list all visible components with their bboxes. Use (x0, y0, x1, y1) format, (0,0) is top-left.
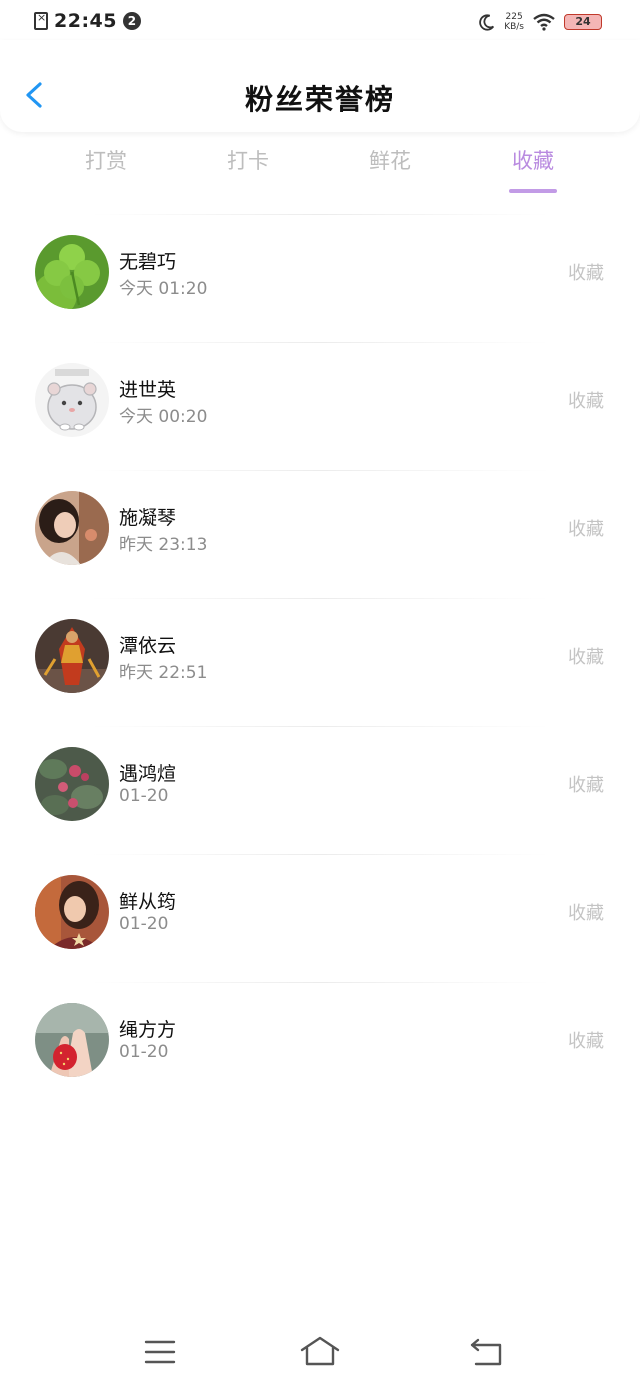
list-item[interactable]: 潭依云 昨天 22:51 收藏 (0, 598, 640, 726)
fan-name: 鲜从筠 (119, 891, 177, 913)
back-icon[interactable] (466, 1334, 506, 1370)
active-tab-indicator (509, 189, 557, 193)
list-item[interactable]: 进世英 今天 00:20 收藏 (0, 342, 640, 470)
network-speed: 225 KB/s (504, 12, 524, 32)
tab-checkin[interactable]: 打卡 (208, 145, 288, 175)
divider (90, 470, 550, 471)
action-label: 收藏 (568, 903, 604, 924)
fan-time: 昨天 22:51 (119, 663, 208, 683)
battery-indicator: 24 (564, 14, 602, 30)
avatar (35, 1003, 109, 1077)
tab-favorites[interactable]: 收藏 (493, 145, 573, 175)
list-item[interactable]: 遇鸿煊 01-20 收藏 (0, 726, 640, 854)
list-item[interactable]: 鲜从筠 01-20 收藏 (0, 854, 640, 982)
avatar (35, 491, 109, 565)
network-speed-unit: KB/s (504, 22, 524, 32)
list-item[interactable]: 无碧巧 今天 01:20 收藏 (0, 214, 640, 342)
tab-flowers[interactable]: 鲜花 (350, 145, 430, 175)
fan-time: 01-20 (119, 1042, 169, 1062)
fan-time: 今天 01:20 (119, 279, 208, 299)
fan-list: 无碧巧 今天 01:20 收藏 进世英 今天 00:20 收藏 施凝琴 昨天 2… (0, 214, 640, 1110)
notification-count-badge: 2 (122, 12, 141, 30)
no-sim-icon (34, 11, 48, 30)
fan-name: 施凝琴 (119, 507, 177, 529)
fan-name: 绳方方 (119, 1019, 177, 1041)
fan-name: 潭依云 (119, 635, 177, 657)
list-item[interactable]: 施凝琴 昨天 23:13 收藏 (0, 470, 640, 598)
system-nav-bar (0, 1320, 640, 1387)
page-title: 粉丝荣誉榜 (244, 83, 395, 116)
moon-icon (479, 14, 495, 31)
fan-time: 昨天 23:13 (119, 535, 208, 555)
action-label: 收藏 (568, 391, 604, 412)
avatar (35, 363, 109, 437)
wifi-icon (533, 13, 555, 31)
status-time: 22:45 (54, 10, 117, 32)
avatar (35, 235, 109, 309)
home-icon[interactable] (300, 1334, 340, 1370)
action-label: 收藏 (568, 519, 604, 540)
avatar (35, 747, 109, 821)
status-right: 225 KB/s 24 (478, 12, 602, 32)
list-item[interactable]: 绳方方 01-20 收藏 (0, 982, 640, 1110)
divider (90, 854, 550, 855)
menu-icon[interactable] (140, 1334, 180, 1370)
status-left: 22:45 2 (34, 10, 141, 32)
avatar (35, 619, 109, 693)
divider (90, 214, 550, 215)
divider (90, 342, 550, 343)
action-label: 收藏 (568, 263, 604, 284)
tab-tip[interactable]: 打赏 (66, 145, 146, 175)
fan-time: 01-20 (119, 914, 169, 934)
divider (90, 598, 550, 599)
fan-name: 无碧巧 (119, 251, 177, 273)
fan-time: 今天 00:20 (119, 407, 208, 427)
action-label: 收藏 (568, 775, 604, 796)
header: 粉丝荣誉榜 (0, 40, 640, 132)
action-label: 收藏 (568, 647, 604, 668)
network-speed-value: 225 (505, 12, 523, 22)
divider (90, 982, 550, 983)
action-label: 收藏 (568, 1031, 604, 1052)
fan-name: 进世英 (119, 379, 177, 401)
fan-time: 01-20 (119, 786, 169, 806)
avatar (35, 875, 109, 949)
divider (90, 726, 550, 727)
tab-bar: 打赏 打卡 鲜花 收藏 (0, 145, 640, 205)
fan-name: 遇鸿煊 (119, 763, 177, 785)
